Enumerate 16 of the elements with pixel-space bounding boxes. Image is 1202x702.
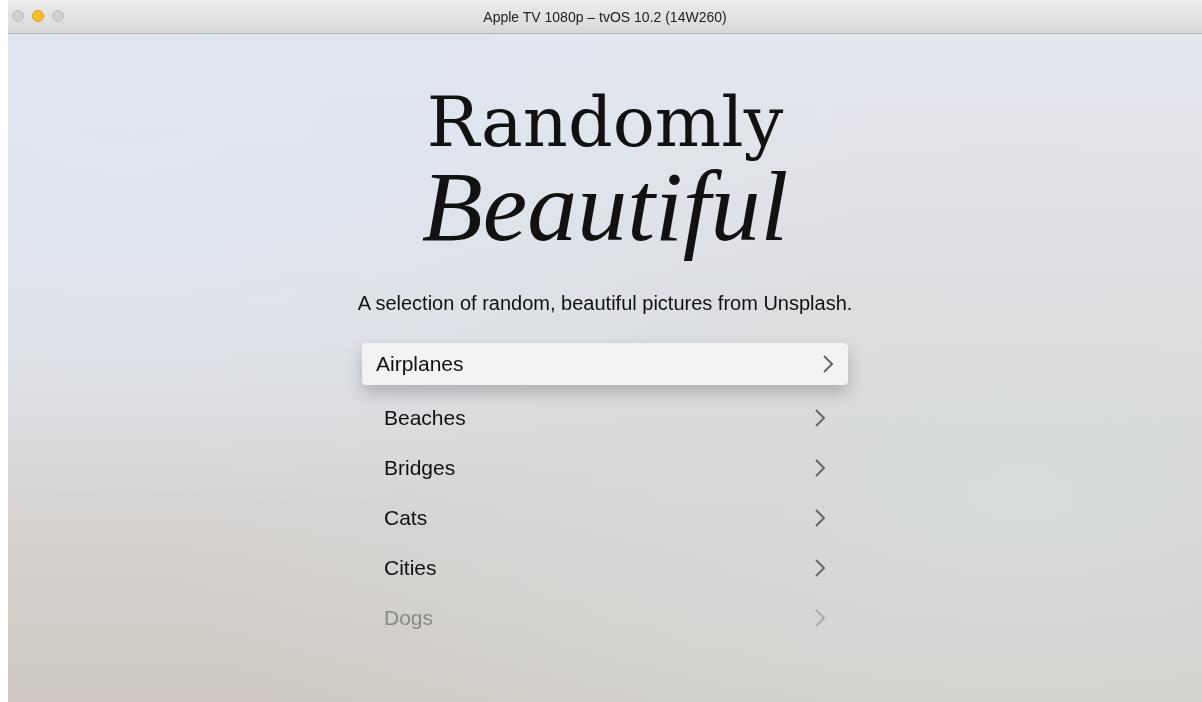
chevron-icon — [814, 408, 826, 428]
subtitle: A selection of random, beautiful pictures from Unsplash. — [357, 292, 853, 315]
close-button[interactable] — [12, 10, 24, 22]
chevron-icon — [814, 458, 826, 478]
category-item[interactable]: Bridges — [362, 443, 848, 493]
category-item[interactable]: Beaches — [362, 393, 848, 443]
chevron-icon — [814, 608, 826, 628]
zoom-button[interactable] — [52, 10, 64, 22]
chevron-icon — [822, 354, 834, 374]
chevron-icon — [814, 508, 826, 528]
category-item[interactable]: Cities — [362, 543, 848, 593]
category-item[interactable]: Airplanes — [362, 343, 848, 385]
minimize-button[interactable] — [32, 10, 44, 22]
chevron-icon — [814, 558, 826, 578]
category-item[interactable]: Cats — [362, 493, 848, 543]
window-title: Apple TV 1080p – tvOS 10.2 (14W260) — [483, 8, 727, 25]
